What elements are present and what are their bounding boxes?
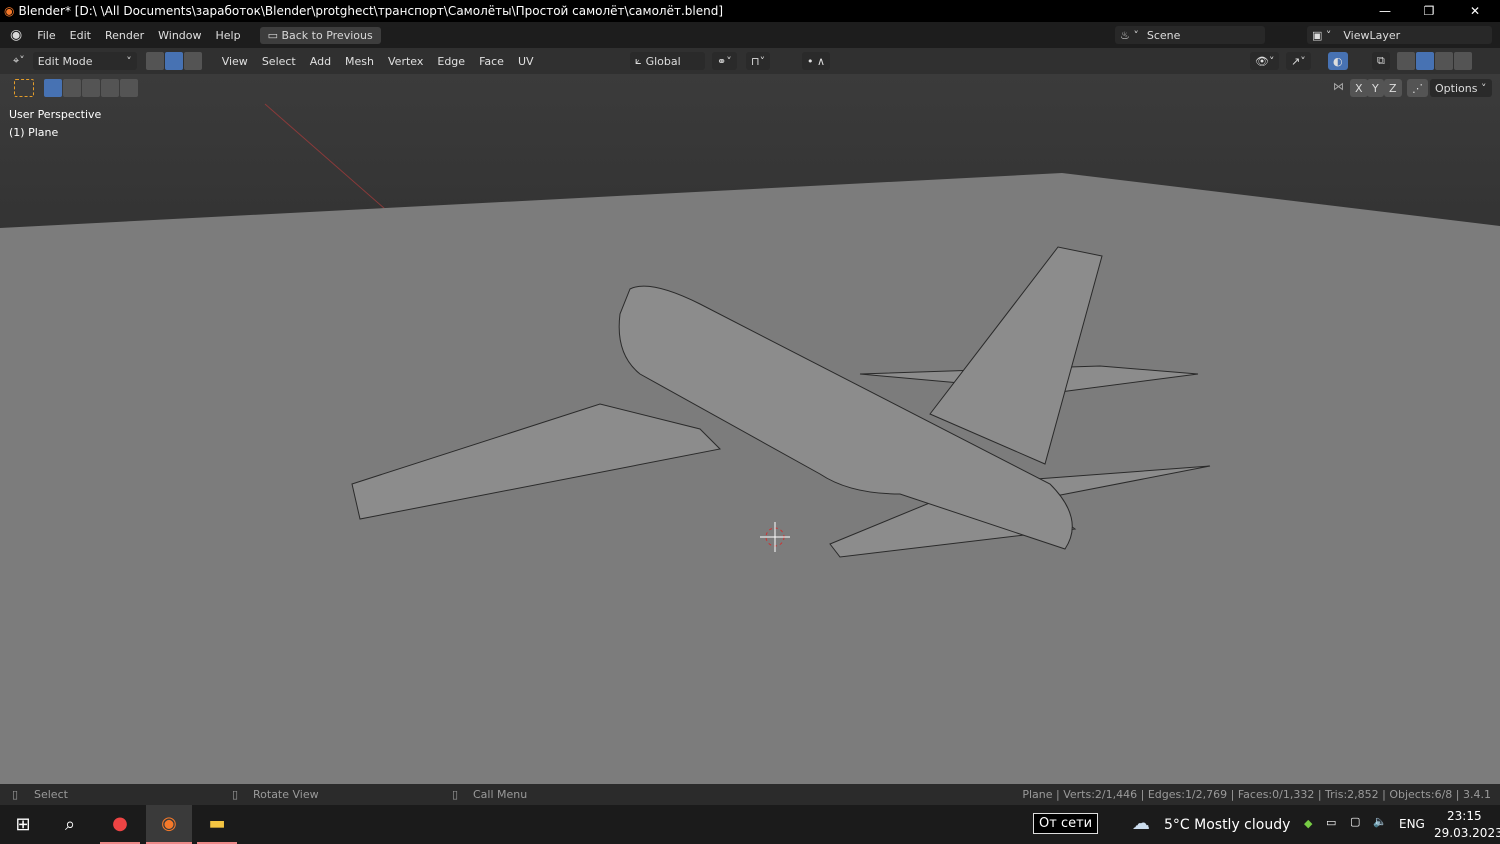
- menu-file[interactable]: File: [30, 29, 62, 42]
- view-layer-icon: ▣ ˅: [1312, 28, 1332, 42]
- clock-date[interactable]: 29.03.2023: [1434, 826, 1500, 840]
- mirror-y-toggle[interactable]: Y: [1367, 79, 1384, 97]
- rendered-shading-icon[interactable]: [1454, 52, 1472, 70]
- select-invert-icon[interactable]: [101, 79, 119, 97]
- back-label: Back to Previous: [281, 28, 373, 42]
- maximize-button[interactable]: ❐: [1406, 0, 1452, 22]
- hint-call-menu: Call Menu: [473, 788, 528, 801]
- file-explorer-icon[interactable]: ▬: [197, 805, 237, 844]
- top-menu-bar: ◉ File Edit Render Window Help ▭ Back to…: [0, 22, 1500, 48]
- language-indicator[interactable]: ENG: [1399, 817, 1425, 831]
- select-new-icon[interactable]: [44, 79, 62, 97]
- mode-selector[interactable]: Edit Mode ˅: [32, 52, 137, 70]
- battery-icon[interactable]: ▭: [1326, 816, 1336, 829]
- active-object-label: (1) Plane: [9, 126, 59, 139]
- menu-face[interactable]: Face: [472, 55, 511, 68]
- menu-select[interactable]: Select: [255, 55, 303, 68]
- view-name: User Perspective: [9, 108, 102, 121]
- chevron-down-icon: ˅: [126, 54, 132, 68]
- hint-select: Select: [34, 788, 68, 801]
- visibility-icon[interactable]: 👁˅: [1250, 52, 1280, 70]
- back-to-previous-button[interactable]: ▭ Back to Previous: [259, 26, 381, 44]
- scene-icon: ♨ ˅: [1120, 28, 1139, 42]
- 3d-viewport[interactable]: User Perspective (1) Plane ⋈ X Y Z ⋰ Opt…: [0, 74, 1500, 784]
- menu-add[interactable]: Add: [303, 55, 338, 68]
- snap-icon[interactable]: ⊓˅: [746, 52, 771, 70]
- menu-help[interactable]: Help: [209, 29, 248, 42]
- menu-edit[interactable]: Edit: [63, 29, 98, 42]
- window-title: Blender* [D:\ \All Documents\заработок\B…: [18, 4, 724, 18]
- cloud-icon: ☁: [1132, 813, 1150, 834]
- solid-shading-icon[interactable]: [1416, 52, 1434, 70]
- chrome-icon[interactable]: ●: [100, 805, 140, 844]
- select-intersect-icon[interactable]: [120, 79, 138, 97]
- overlays-icon[interactable]: ◐: [1328, 52, 1348, 70]
- options-label: Options: [1435, 81, 1478, 95]
- menu-edge[interactable]: Edge: [430, 55, 472, 68]
- minimize-button[interactable]: —: [1362, 0, 1408, 22]
- orientation-icon: ⟀: [635, 54, 642, 67]
- wireframe-shading-icon[interactable]: [1397, 52, 1415, 70]
- material-shading-icon[interactable]: [1435, 52, 1453, 70]
- menu-mesh[interactable]: Mesh: [338, 55, 381, 68]
- orientation-label: Global: [645, 54, 681, 68]
- power-tooltip: От сети: [1033, 813, 1099, 834]
- options-dropdown[interactable]: Options ˅: [1430, 79, 1492, 97]
- menu-render[interactable]: Render: [98, 29, 151, 42]
- auto-merge-icon[interactable]: ⋰: [1407, 79, 1428, 97]
- search-icon[interactable]: ⌕: [50, 805, 90, 844]
- close-button[interactable]: ✕: [1452, 0, 1498, 22]
- face-select-icon[interactable]: [183, 52, 202, 70]
- nvidia-icon[interactable]: ◆: [1304, 817, 1312, 830]
- scene-selector[interactable]: ♨ ˅ Scene: [1115, 26, 1265, 44]
- editor-type-button[interactable]: ⌖˅: [8, 52, 30, 70]
- mirror-z-toggle[interactable]: Z: [1384, 79, 1402, 97]
- proportional-edit-icon[interactable]: • ∧: [802, 52, 831, 70]
- mode-label: Edit Mode: [37, 54, 93, 68]
- menu-vertex[interactable]: Vertex: [381, 55, 430, 68]
- menu-window[interactable]: Window: [151, 29, 208, 42]
- view-layer-name: ViewLayer: [1343, 28, 1401, 42]
- select-subtract-icon[interactable]: [82, 79, 100, 97]
- windows-start-icon[interactable]: ⊞: [3, 805, 43, 844]
- select-mode-group: [145, 52, 203, 70]
- menu-view[interactable]: View: [215, 55, 255, 68]
- pivot-icon[interactable]: ⚭˅: [712, 52, 737, 70]
- gizmo-icon[interactable]: ↗˅: [1286, 52, 1311, 70]
- clock-time[interactable]: 23:15: [1447, 809, 1482, 823]
- ground-plane: [0, 173, 1500, 784]
- screen-icon: ▭: [267, 28, 282, 42]
- scene-render: [0, 74, 1500, 784]
- title-bar: ◉ Blender* [D:\ \All Documents\заработок…: [0, 0, 1500, 22]
- shading-group: [1397, 52, 1473, 70]
- mouse-right-icon: ▯: [452, 788, 459, 801]
- network-icon[interactable]: ▢: [1350, 815, 1360, 828]
- select-extend-icon[interactable]: [63, 79, 81, 97]
- menu-uv[interactable]: UV: [511, 55, 541, 68]
- vertex-select-icon[interactable]: [145, 52, 164, 70]
- scene-stats: Plane | Verts:2/1,446 | Edges:1/2,769 | …: [1022, 788, 1491, 801]
- blender-taskbar-icon[interactable]: ◉: [146, 805, 192, 844]
- scene-name: Scene: [1146, 28, 1181, 42]
- mirror-icon[interactable]: ⋈: [1333, 80, 1344, 93]
- status-bar: ▯ Select ▯ Rotate View ▯ Call Menu Plane…: [0, 784, 1500, 805]
- hint-rotate: Rotate View: [253, 788, 319, 801]
- blender-logo-icon: ◉: [4, 4, 15, 18]
- mouse-middle-icon: ▯: [232, 788, 239, 801]
- volume-icon[interactable]: 🔈: [1373, 815, 1387, 828]
- selection-mode-group: [44, 79, 139, 97]
- blender-menu-icon[interactable]: ◉: [10, 27, 22, 43]
- mouse-left-icon: ▯: [12, 788, 19, 801]
- viewport-header: ⌖˅ Edit Mode ˅ View Select Add Mesh Verte…: [0, 48, 1500, 74]
- mirror-x-toggle[interactable]: X: [1350, 79, 1368, 97]
- windows-taskbar: ⊞ ⌕ ● ◉ ▬ От сети ☁ 5°C Mostly cloudy ◆ …: [0, 805, 1500, 844]
- weather-widget[interactable]: 5°C Mostly cloudy: [1164, 817, 1290, 833]
- transform-orientation[interactable]: ⟀ Global: [630, 52, 705, 70]
- edge-select-icon[interactable]: [164, 52, 183, 70]
- select-tool-button[interactable]: [14, 79, 34, 97]
- xray-icon[interactable]: ⧉: [1372, 52, 1390, 70]
- view-layer-selector[interactable]: ▣ ˅ ViewLayer: [1307, 26, 1492, 44]
